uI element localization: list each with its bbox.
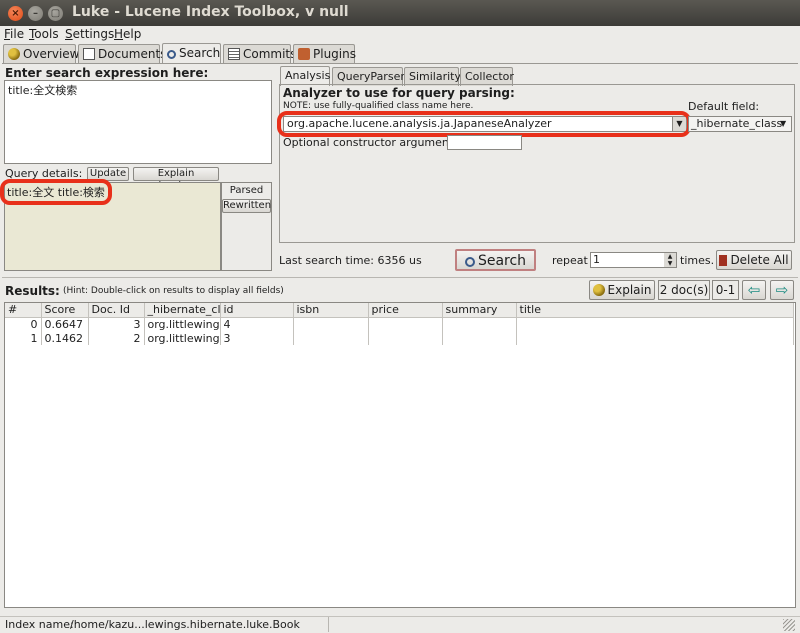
document-icon <box>83 48 95 60</box>
table-cell: 0 <box>5 317 42 331</box>
tab-search[interactable]: Search <box>162 43 221 63</box>
table-cell <box>442 317 517 331</box>
analyzer-note: NOTE: use fully-qualified class name her… <box>283 101 474 111</box>
maximize-window-button[interactable]: ▢ <box>48 6 63 21</box>
ctor-arg-label: Optional constructor argument: <box>283 136 457 149</box>
table-icon <box>228 48 240 60</box>
search-button[interactable]: Search <box>455 249 536 271</box>
times-label: times. <box>680 254 715 267</box>
tab-overview[interactable]: Overview <box>3 44 80 63</box>
column-header[interactable]: isbn <box>293 303 369 318</box>
column-header[interactable]: # <box>5 303 42 318</box>
menu-tools[interactable]: Tools <box>29 27 59 41</box>
tab-analysis[interactable]: Analysis <box>280 66 330 86</box>
column-header[interactable]: id <box>220 303 294 318</box>
results-table[interactable]: # Score Doc. Id _hibernate_class id isbn… <box>5 303 794 345</box>
resize-grip-icon[interactable] <box>783 619 795 631</box>
analyzer-heading: Analyzer to use for query parsing: <box>283 86 515 100</box>
menu-file[interactable]: File <box>4 27 24 41</box>
next-page-arrow-icon[interactable]: ⇨ <box>770 280 794 300</box>
magnifier-icon <box>167 50 176 59</box>
table-cell <box>442 331 517 345</box>
menu-help[interactable]: Help <box>114 27 141 41</box>
default-field-select[interactable]: _hibernate_class <box>688 116 792 132</box>
minimize-window-button[interactable]: – <box>28 6 43 21</box>
table-row[interactable]: 1 0.1462 2 org.littlewing 3 <box>5 331 794 345</box>
parsed-button[interactable]: Parsed <box>222 184 271 198</box>
previous-page-arrow-icon[interactable]: ⇦ <box>742 280 766 300</box>
column-header[interactable]: Score <box>41 303 89 318</box>
key-icon <box>8 48 20 60</box>
table-cell: 1 <box>5 331 42 345</box>
chevron-down-icon: ▼ <box>780 119 787 128</box>
rewritten-button[interactable]: Rewritten <box>222 199 271 213</box>
spinner-arrows-icon[interactable]: ▲ ▼ <box>664 253 676 267</box>
trash-icon <box>719 255 728 266</box>
close-window-button[interactable]: × <box>8 6 23 21</box>
index-name-label: Index name: <box>5 618 74 631</box>
table-row[interactable]: 0 0.6647 3 org.littlewing 4 <box>5 317 794 331</box>
explain-button[interactable]: Explain <box>589 280 655 300</box>
doc-count: 2 doc(s) <box>658 280 710 300</box>
table-cell: 0.1462 <box>41 331 89 345</box>
table-header-row: # Score Doc. Id _hibernate_class id isbn… <box>5 303 794 318</box>
plugin-icon <box>298 48 310 60</box>
tab-divider <box>2 63 798 64</box>
results-hint: (Hint: Double-click on results to displa… <box>63 286 284 296</box>
tab-commits[interactable]: Commits <box>223 44 296 63</box>
table-cell <box>368 331 443 345</box>
repeat-value: 1 <box>593 253 600 266</box>
default-field-value: _hibernate_class <box>691 117 783 130</box>
delete-all-button[interactable]: Delete All <box>716 250 792 270</box>
table-cell <box>516 317 794 331</box>
ctor-arg-input[interactable] <box>447 135 522 150</box>
window-title: Luke - Lucene Index Toolbox, v null <box>72 4 349 20</box>
annotation-circle <box>277 111 691 137</box>
column-header[interactable]: title <box>516 303 794 318</box>
table-cell: 0.6647 <box>41 317 89 331</box>
menu-settings[interactable]: Settings <box>65 27 114 41</box>
annotation-circle <box>0 179 112 205</box>
column-header[interactable]: price <box>368 303 443 318</box>
repeat-label: repeat <box>552 254 588 267</box>
table-cell <box>293 317 369 331</box>
table-cell: 2 <box>88 331 145 345</box>
table-cell <box>516 331 794 345</box>
results-table-container: # Score Doc. Id _hibernate_class id isbn… <box>4 302 796 608</box>
column-header[interactable]: summary <box>442 303 517 318</box>
last-search-time: Last search time: 6356 us <box>279 254 422 267</box>
tab-documents[interactable]: Documents <box>78 44 166 63</box>
results-label: Results: <box>5 284 60 298</box>
column-header[interactable]: Doc. Id <box>88 303 145 318</box>
search-expression-text: title:全文検索 <box>8 84 78 97</box>
table-cell <box>293 331 369 345</box>
search-expression-input[interactable]: title:全文検索 <box>4 80 272 164</box>
table-cell: 4 <box>220 317 294 331</box>
tab-plugins[interactable]: Plugins <box>293 44 356 63</box>
table-cell: org.littlewing <box>144 317 221 331</box>
table-cell: org.littlewing <box>144 331 221 345</box>
explain-structure-button[interactable]: Explain structure <box>133 167 219 191</box>
column-header[interactable]: _hibernate_class <box>144 303 221 318</box>
default-field-label: Default field: <box>688 100 760 113</box>
table-cell: 3 <box>88 317 145 331</box>
magnifier-icon <box>464 257 475 267</box>
table-cell <box>368 317 443 331</box>
results-range: 0-1 <box>712 280 739 300</box>
table-cell: 3 <box>220 331 294 345</box>
key-icon <box>592 284 605 296</box>
status-divider <box>328 617 329 632</box>
search-expression-label: Enter search expression here: <box>5 66 209 80</box>
index-name-value: /home/kazu...lewings.hibernate.luke.Book <box>70 618 300 631</box>
separator <box>2 277 798 278</box>
